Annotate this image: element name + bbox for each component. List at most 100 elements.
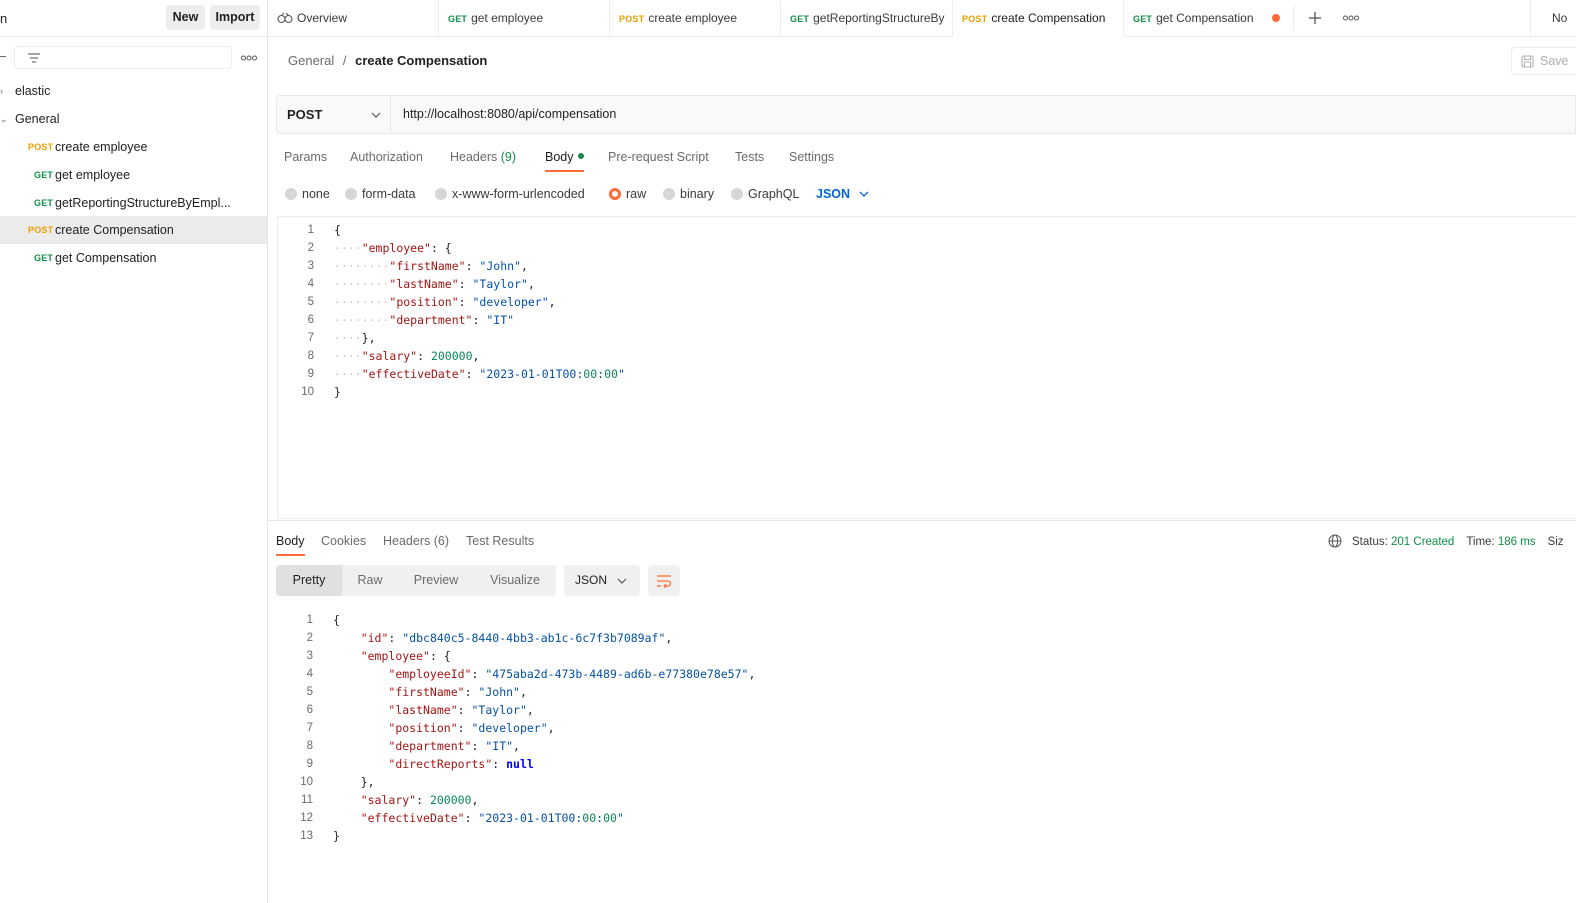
radio-binary[interactable]: binary bbox=[663, 187, 714, 201]
sidebar-folder-elastic[interactable]: › elastic bbox=[0, 77, 267, 105]
import-button[interactable]: Import bbox=[210, 5, 260, 30]
method-value: POST bbox=[287, 107, 323, 122]
tab-create-compensation[interactable]: POST create Compensation bbox=[953, 0, 1124, 37]
sidebar-item-get-compensation[interactable]: GET get Compensation bbox=[0, 244, 267, 272]
tab-get-compensation[interactable]: GET get Compensation bbox=[1124, 0, 1294, 37]
tab-authorization[interactable]: Authorization bbox=[350, 150, 423, 164]
sidebar: n New Import › elastic ⌄ General POST cr… bbox=[0, 0, 268, 903]
tab-get-employee[interactable]: GET get employee bbox=[439, 0, 610, 37]
radio-raw[interactable]: raw bbox=[609, 187, 646, 201]
line-number: 8 bbox=[306, 740, 313, 752]
line-number: 4 bbox=[306, 668, 313, 680]
response-tab-body[interactable]: Body bbox=[276, 534, 305, 548]
line-number: 7 bbox=[307, 332, 314, 344]
line-number: 9 bbox=[306, 758, 313, 770]
response-tab-cookies[interactable]: Cookies bbox=[321, 534, 366, 548]
code-text: ····"effectiveDate": "2023-01-01T00:00:0… bbox=[334, 367, 625, 381]
time-value[interactable]: 186 ms bbox=[1498, 536, 1536, 548]
line-number: 7 bbox=[306, 722, 313, 734]
method-badge: POST bbox=[619, 14, 645, 24]
radio-label: x-www-form-urlencoded bbox=[452, 187, 585, 201]
tab-label: Headers bbox=[383, 534, 431, 548]
line-number: 1 bbox=[307, 224, 314, 236]
radio-label: binary bbox=[680, 187, 715, 201]
sidebar-item-label: elastic bbox=[15, 84, 51, 98]
save-button[interactable]: Save bbox=[1511, 47, 1576, 75]
radio-dot bbox=[663, 188, 675, 200]
line-number: 5 bbox=[307, 296, 314, 308]
radio-graphql[interactable]: GraphQL bbox=[731, 187, 799, 201]
line-number: 2 bbox=[306, 632, 313, 644]
sidebar-item-get-reporting-structure[interactable]: GET getReportingStructureByEmpl... bbox=[0, 189, 267, 217]
chevron-right-icon: › bbox=[0, 86, 3, 96]
status-label: Status: bbox=[1352, 536, 1388, 548]
filter-icon[interactable] bbox=[27, 52, 41, 64]
new-tab-plus-icon[interactable] bbox=[1308, 11, 1322, 25]
tab-create-employee[interactable]: POST create employee bbox=[610, 0, 781, 37]
tab-pre-request-script[interactable]: Pre-request Script bbox=[608, 150, 709, 164]
code-text: ········"department": "IT" bbox=[334, 313, 515, 327]
body-format-select[interactable]: JSON bbox=[816, 187, 869, 201]
breadcrumb-parent[interactable]: General bbox=[288, 53, 334, 68]
tab-label: Headers bbox=[450, 150, 498, 164]
response-tab-headers[interactable]: Headers (6) bbox=[383, 534, 449, 548]
body-set-dot-icon bbox=[577, 153, 584, 159]
new-button[interactable]: New bbox=[166, 5, 205, 30]
tab-settings[interactable]: Settings bbox=[789, 150, 834, 164]
tab-label: get employee bbox=[471, 11, 544, 25]
tab-overview[interactable]: Overview bbox=[268, 0, 439, 37]
radio-none[interactable]: none bbox=[285, 187, 330, 201]
code-text: ····}, bbox=[334, 331, 376, 345]
line-number: 1 bbox=[306, 614, 313, 626]
overview-icon bbox=[277, 12, 293, 24]
page-title[interactable]: create Compensation bbox=[355, 53, 487, 68]
wrap-lines-button[interactable] bbox=[648, 565, 680, 596]
radio-x-www-form-urlencoded[interactable]: x-www-form-urlencoded bbox=[435, 187, 585, 201]
line-number: 10 bbox=[301, 386, 314, 398]
tab-label: get Compensation bbox=[1156, 11, 1254, 25]
response-format-select[interactable]: JSON bbox=[564, 565, 640, 596]
radio-dot bbox=[345, 188, 357, 200]
response-tab-test-results[interactable]: Test Results bbox=[466, 534, 534, 548]
code-text: { bbox=[333, 613, 340, 627]
line-number: 2 bbox=[307, 242, 314, 254]
environment-selector[interactable]: No bbox=[1552, 11, 1567, 25]
code-text: }, bbox=[333, 775, 375, 789]
url-input[interactable]: http://localhost:8080/api/compensation bbox=[403, 96, 616, 133]
request-body-editor[interactable]: 1 {2 ····"employee": {3 ········"firstName"… bbox=[277, 216, 1576, 519]
tab-headers[interactable]: Headers (9) bbox=[450, 150, 516, 164]
sidebar-header: n New Import bbox=[0, 0, 267, 37]
method-badge: GET bbox=[34, 253, 54, 263]
view-raw-button[interactable]: Raw bbox=[342, 565, 398, 596]
view-pretty-button[interactable]: Pretty bbox=[276, 565, 342, 596]
radio-dot bbox=[285, 188, 297, 200]
tab-params[interactable]: Params bbox=[284, 150, 327, 164]
tab-tests[interactable]: Tests bbox=[735, 150, 764, 164]
line-number: 8 bbox=[307, 350, 314, 362]
response-body-viewer[interactable]: 1 {2 "id": "dbc840c5-8440-4bb3-ab1c-6c7f3… bbox=[277, 607, 1576, 867]
view-visualize-button[interactable]: Visualize bbox=[474, 565, 556, 596]
sidebar-item-create-compensation[interactable]: POST create Compensation bbox=[0, 216, 267, 244]
radio-label: GraphQL bbox=[748, 187, 800, 201]
sidebar-item-create-employee[interactable]: POST create employee bbox=[0, 133, 267, 161]
active-tab-indicator bbox=[276, 554, 305, 556]
method-badge: POST bbox=[28, 225, 54, 235]
radio-form-data[interactable]: form-data bbox=[345, 187, 416, 201]
collapse-icon[interactable] bbox=[0, 56, 6, 57]
sidebar-folder-general[interactable]: ⌄ General bbox=[0, 105, 267, 133]
sidebar-search-input[interactable] bbox=[14, 46, 232, 69]
line-number: 3 bbox=[307, 260, 314, 272]
radio-label: raw bbox=[626, 187, 647, 201]
more-tabs-icon[interactable] bbox=[1343, 15, 1359, 21]
method-badge: GET bbox=[34, 198, 54, 208]
code-text: "position": "developer", bbox=[388, 721, 555, 735]
method-select[interactable]: POST bbox=[277, 96, 391, 133]
tab-body[interactable]: Body bbox=[545, 150, 584, 164]
view-preview-button[interactable]: Preview bbox=[398, 565, 474, 596]
tab-get-reporting-structure[interactable]: GET getReportingStructureBy bbox=[781, 0, 953, 37]
globe-icon[interactable] bbox=[1328, 534, 1342, 548]
sidebar-item-get-employee[interactable]: GET get employee bbox=[0, 161, 267, 189]
line-number: 3 bbox=[306, 650, 313, 662]
more-options-icon[interactable] bbox=[241, 55, 257, 61]
status-value[interactable]: 201 Created bbox=[1391, 536, 1454, 548]
